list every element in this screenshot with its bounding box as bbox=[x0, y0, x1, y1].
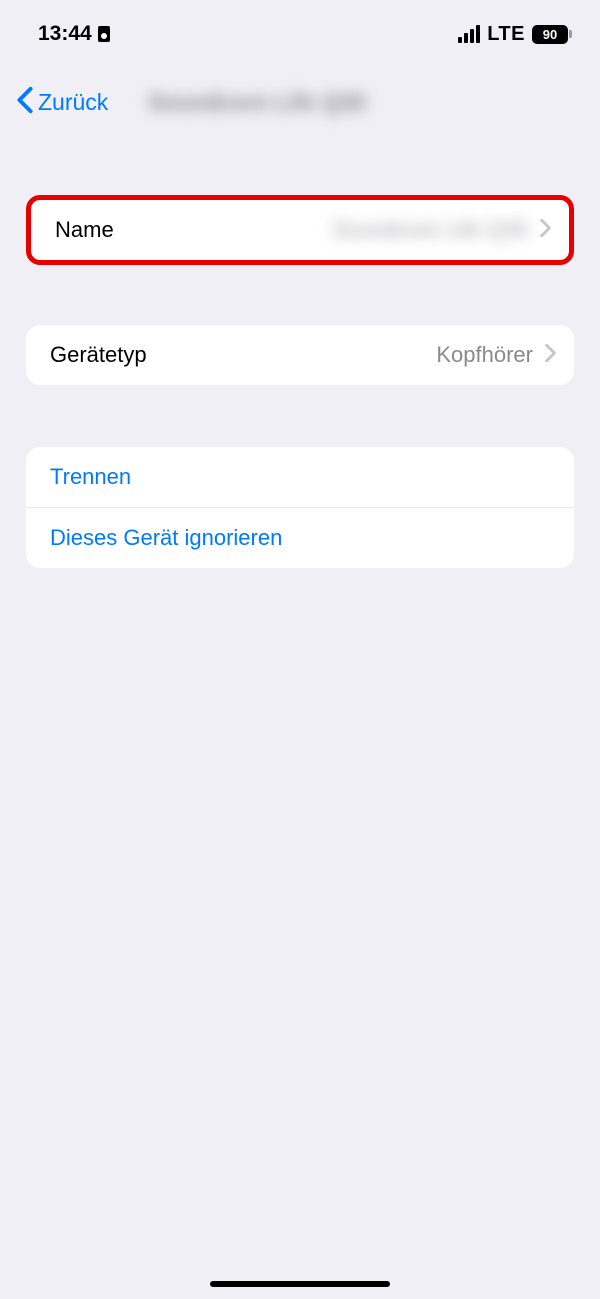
name-section: Name Soundcore Life Q30 bbox=[26, 195, 574, 265]
home-indicator[interactable] bbox=[210, 1281, 390, 1287]
status-bar: 13:44 LTE 90 bbox=[0, 0, 600, 58]
nav-header: Zurück Soundcore Life Q30 bbox=[0, 58, 600, 137]
disconnect-button[interactable]: Trennen bbox=[26, 447, 574, 507]
sim-icon bbox=[98, 26, 110, 42]
device-type-label: Gerätetyp bbox=[50, 342, 147, 368]
disconnect-label: Trennen bbox=[50, 464, 131, 490]
chevron-right-icon bbox=[545, 344, 556, 367]
status-time: 13:44 bbox=[38, 22, 92, 46]
device-type-row[interactable]: Gerätetyp Kopfhörer bbox=[26, 325, 574, 385]
actions-section: Trennen Dieses Gerät ignorieren bbox=[26, 447, 574, 568]
chevron-right-icon bbox=[540, 219, 551, 242]
battery-icon: 90 bbox=[532, 25, 568, 44]
status-left: 13:44 bbox=[38, 22, 110, 46]
name-row[interactable]: Name Soundcore Life Q30 bbox=[31, 200, 569, 260]
network-type: LTE bbox=[487, 23, 525, 46]
back-chevron-icon[interactable] bbox=[16, 86, 34, 119]
content: Name Soundcore Life Q30 Gerätetyp Kopfhö… bbox=[0, 137, 600, 568]
name-value: Soundcore Life Q30 bbox=[332, 217, 528, 243]
device-type-value: Kopfhörer bbox=[436, 342, 533, 368]
page-title: Soundcore Life Q30 bbox=[148, 89, 365, 116]
status-right: LTE 90 bbox=[458, 23, 568, 46]
cellular-signal-icon bbox=[458, 25, 480, 43]
forget-device-label: Dieses Gerät ignorieren bbox=[50, 525, 282, 551]
forget-device-button[interactable]: Dieses Gerät ignorieren bbox=[26, 507, 574, 568]
device-type-section: Gerätetyp Kopfhörer bbox=[26, 325, 574, 385]
name-label: Name bbox=[55, 217, 114, 243]
back-button[interactable]: Zurück bbox=[38, 89, 108, 116]
